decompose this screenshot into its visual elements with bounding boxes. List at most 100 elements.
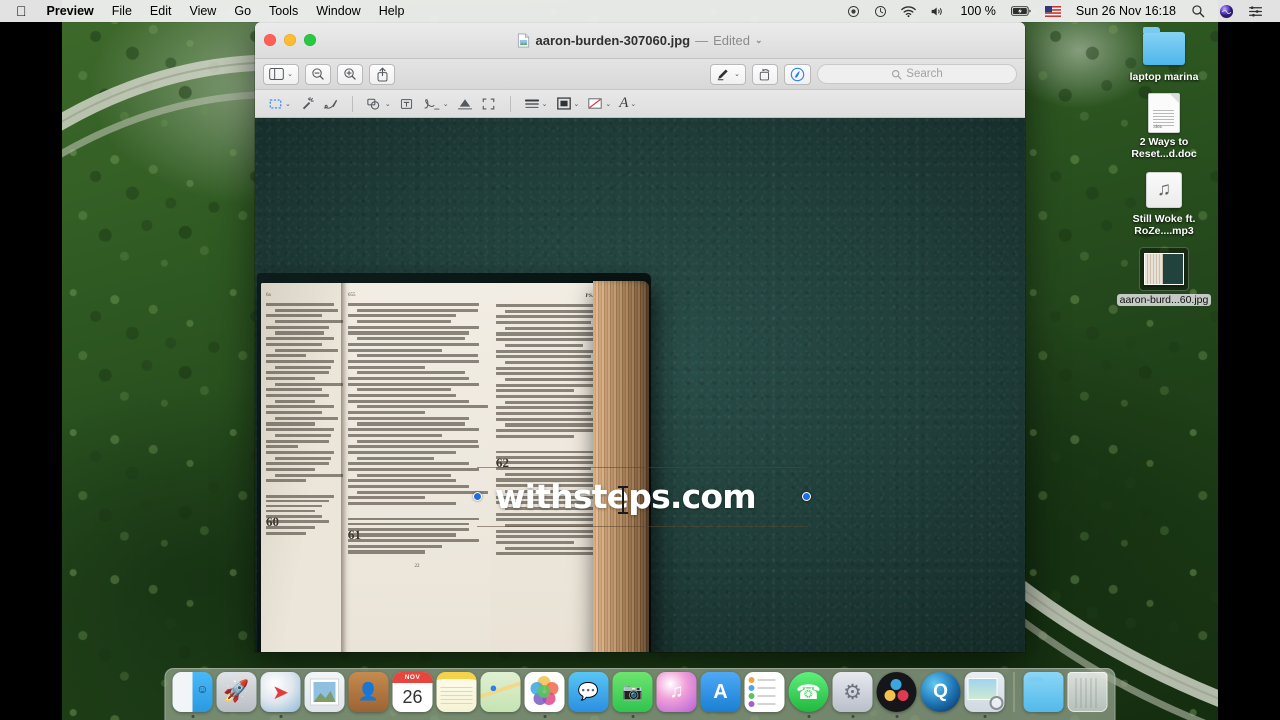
dock: ☺ 🚀 ➤ 👤 NOV 26 ● 💬 📷 ♫ A ☎ ⚙ Q bbox=[164, 668, 1116, 720]
resize-handle-left[interactable] bbox=[473, 492, 482, 501]
dock-item-preview[interactable] bbox=[964, 672, 1005, 718]
sidebar-toggle-button[interactable]: ⌄ bbox=[263, 63, 299, 85]
menu-item-help[interactable]: Help bbox=[370, 0, 414, 22]
dock-item-appstore[interactable]: A bbox=[700, 672, 741, 718]
chevron-down-icon[interactable]: ⌄ bbox=[285, 100, 291, 108]
desktop-icon-label: 2 Ways to Reset...d.doc bbox=[1131, 135, 1197, 161]
desktop-icon-jpg[interactable]: aaron-burd...60.jpg bbox=[1112, 243, 1216, 306]
menu-item-file[interactable]: File bbox=[103, 0, 141, 22]
menu-item-tools[interactable]: Tools bbox=[260, 0, 307, 22]
battery-percent-label: 100 % bbox=[960, 4, 996, 18]
dock-item-facetime[interactable]: 📷 bbox=[612, 672, 653, 718]
us-flag-icon[interactable] bbox=[1038, 5, 1068, 17]
dock-item-photos[interactable] bbox=[524, 672, 565, 718]
shape-style-tool[interactable]: ⌄ bbox=[521, 93, 551, 115]
menu-item-window[interactable]: Window bbox=[307, 0, 369, 22]
sketch-tool[interactable] bbox=[320, 93, 342, 115]
notes-icon bbox=[436, 672, 477, 712]
search-input[interactable]: Search bbox=[817, 64, 1017, 84]
adjust-color-tool[interactable] bbox=[454, 93, 476, 115]
zoom-in-button[interactable] bbox=[337, 63, 363, 85]
desktop-icon-doc[interactable]: .doc 2 Ways to Reset...d.doc bbox=[1112, 89, 1216, 161]
dock-item-finder[interactable]: ☺ bbox=[172, 672, 213, 718]
border-color-tool[interactable]: ⌄ bbox=[553, 93, 583, 115]
share-button[interactable] bbox=[369, 63, 395, 85]
chevron-down-icon[interactable]: ⌄ bbox=[734, 70, 740, 78]
control-center-icon[interactable] bbox=[1241, 5, 1270, 18]
volume-icon[interactable] bbox=[923, 5, 952, 18]
zoom-out-button[interactable] bbox=[305, 63, 331, 85]
desktop-icon-folder[interactable]: laptop marina bbox=[1112, 24, 1216, 84]
toolbar-divider bbox=[351, 95, 353, 112]
record-icon[interactable] bbox=[840, 5, 867, 18]
menu-clock[interactable]: Sun 26 Nov 16:18 bbox=[1068, 4, 1184, 18]
chevron-down-icon[interactable]: ⌄ bbox=[630, 100, 636, 108]
apple-logo-icon[interactable]:  bbox=[0, 0, 38, 22]
dock-item-davinci-resolve[interactable] bbox=[876, 672, 917, 718]
text-tool[interactable] bbox=[396, 93, 418, 115]
minimize-button[interactable] bbox=[284, 34, 296, 46]
menu-app-name[interactable]: Preview bbox=[38, 0, 103, 22]
fill-color-tool[interactable]: ⌄ bbox=[584, 93, 614, 115]
chevron-down-icon[interactable]: ⌄ bbox=[605, 100, 611, 108]
shapes-tool[interactable]: ⌄ bbox=[363, 93, 394, 115]
wifi-icon[interactable] bbox=[894, 5, 923, 18]
dock-item-maps[interactable]: ● bbox=[480, 672, 521, 718]
search-icon[interactable] bbox=[1184, 4, 1212, 18]
chevron-down-icon[interactable]: ⌄ bbox=[287, 70, 293, 78]
dock-item-reminders[interactable] bbox=[744, 672, 785, 718]
dock-item-quicktime[interactable]: Q bbox=[920, 672, 961, 718]
reminders-icon bbox=[744, 672, 785, 712]
rotate-button[interactable] bbox=[752, 63, 778, 85]
menu-bar:  Preview File Edit View Go Tools Window… bbox=[0, 0, 1280, 22]
markup-toolbar: ⌄ ⌄ ⌄ ⌄ ⌄ ⌄ A ⌄ bbox=[255, 90, 1025, 118]
dock-item-safari[interactable]: ➤ bbox=[260, 672, 301, 718]
text-style-tool[interactable]: A ⌄ bbox=[616, 93, 639, 115]
siri-icon[interactable] bbox=[1212, 4, 1241, 19]
dock-item-contacts[interactable]: 👤 bbox=[348, 672, 389, 718]
folio-middle: 655 bbox=[348, 293, 356, 298]
desktop-icons: laptop marina .doc 2 Ways to Reset...d.d… bbox=[1110, 24, 1218, 306]
dock-item-calendar[interactable]: NOV 26 bbox=[392, 672, 433, 718]
battery-charging-icon[interactable] bbox=[1004, 5, 1038, 17]
dock-item-messages[interactable]: 💬 bbox=[568, 672, 609, 718]
zoom-button[interactable] bbox=[304, 34, 316, 46]
image-canvas[interactable]: 6a 655 22 withsteps.com bbox=[255, 118, 1025, 652]
desktop-icon-label: Still Woke ft. RoZe....mp3 bbox=[1132, 212, 1196, 238]
text-annotation[interactable]: withsteps.com bbox=[473, 467, 811, 527]
time-machine-icon[interactable] bbox=[867, 5, 894, 18]
chevron-down-icon[interactable]: ⌄ bbox=[385, 100, 391, 108]
desktop-icon-mp3[interactable]: ♫ Still Woke ft. RoZe....mp3 bbox=[1112, 166, 1216, 238]
chevron-down-icon[interactable]: ⌄ bbox=[755, 35, 763, 46]
annotate-button[interactable] bbox=[784, 63, 811, 85]
menu-item-edit[interactable]: Edit bbox=[141, 0, 181, 22]
close-button[interactable] bbox=[264, 34, 276, 46]
finder-icon: ☺ bbox=[172, 672, 213, 712]
chevron-down-icon[interactable]: ⌄ bbox=[443, 100, 449, 108]
letterbox-left bbox=[0, 0, 62, 720]
chevron-down-icon[interactable]: ⌄ bbox=[542, 100, 548, 108]
crop-tool[interactable] bbox=[478, 93, 500, 115]
resize-handle-right[interactable] bbox=[802, 492, 811, 501]
text-style-glyph: A bbox=[619, 95, 629, 111]
dock-item-whatsapp[interactable]: ☎ bbox=[788, 672, 829, 718]
annotation-text[interactable]: withsteps.com bbox=[495, 475, 789, 519]
dock-item-mail[interactable] bbox=[304, 672, 345, 718]
markup-pen-button[interactable]: ⌄ bbox=[710, 63, 746, 85]
image-document-icon bbox=[518, 33, 530, 48]
dock-item-notes[interactable] bbox=[436, 672, 477, 718]
menu-item-view[interactable]: View bbox=[180, 0, 225, 22]
sign-tool[interactable]: ⌄ bbox=[420, 93, 452, 115]
calendar-month: NOV bbox=[392, 672, 433, 683]
instant-alpha-tool[interactable] bbox=[296, 93, 318, 115]
dock-item-system-preferences[interactable]: ⚙ bbox=[832, 672, 873, 718]
dock-item-downloads[interactable] bbox=[1023, 672, 1064, 718]
subhead-middle bbox=[348, 510, 486, 515]
dock-item-itunes[interactable]: ♫ bbox=[656, 672, 697, 718]
window-titlebar[interactable]: aaron-burden-307060.jpg — Edited ⌄ bbox=[255, 22, 1025, 59]
selection-tool[interactable]: ⌄ bbox=[265, 93, 294, 115]
dock-item-launchpad[interactable]: 🚀 bbox=[216, 672, 257, 718]
chevron-down-icon[interactable]: ⌄ bbox=[574, 100, 580, 108]
dock-item-trash[interactable] bbox=[1067, 672, 1108, 718]
menu-item-go[interactable]: Go bbox=[225, 0, 260, 22]
